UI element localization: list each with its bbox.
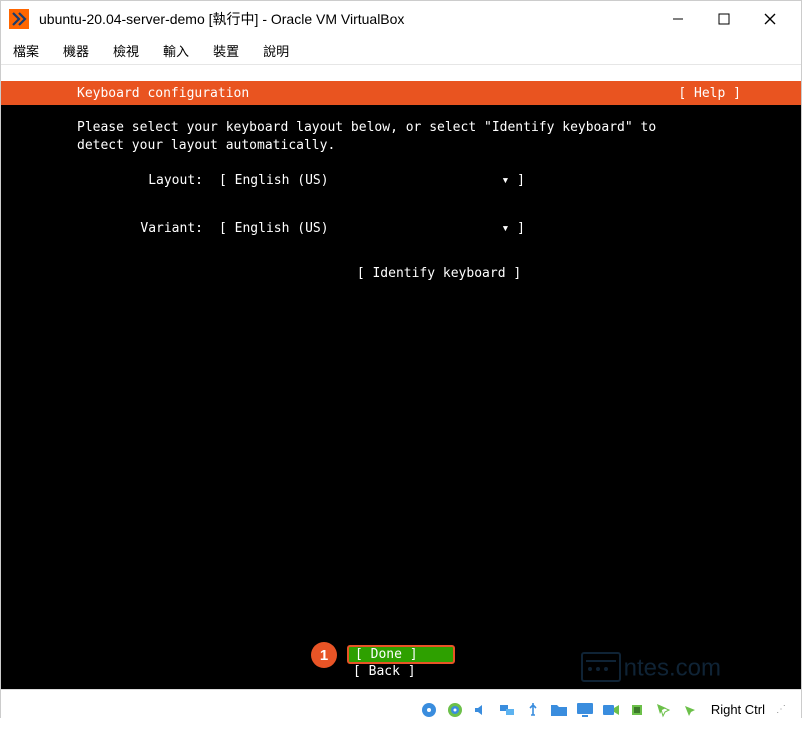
annotation-callout-1: 1 <box>311 642 337 668</box>
network-icon[interactable] <box>497 700 517 720</box>
shared-folder-icon[interactable] <box>549 700 569 720</box>
usb-icon[interactable] <box>523 700 543 720</box>
statusbar: Right Ctrl ⋰ <box>1 689 801 729</box>
cpu-icon[interactable] <box>627 700 647 720</box>
layout-label: Layout: <box>77 173 219 188</box>
hard-disk-icon[interactable] <box>419 700 439 720</box>
variant-row: Variant: [ English (US) ▾ ] <box>77 218 801 238</box>
mouse-integration-icon[interactable] <box>653 700 673 720</box>
menu-input[interactable]: 輸入 <box>163 41 189 60</box>
recording-icon[interactable] <box>601 700 621 720</box>
layout-dropdown[interactable]: [ English (US) ▾ ] <box>219 173 547 188</box>
menu-machine[interactable]: 機器 <box>63 41 89 60</box>
keyboard-captured-icon[interactable] <box>679 700 699 720</box>
vm-screen: Keyboard configuration [ Help ] Please s… <box>1 81 801 689</box>
chevron-down-icon: ▾ ] <box>502 221 525 236</box>
minimize-button[interactable] <box>655 3 701 35</box>
window-titlebar: ubuntu-20.04-server-demo [執行中] - Oracle … <box>1 1 801 37</box>
menu-devices[interactable]: 裝置 <box>213 41 239 60</box>
action-buttons: 1 [ Done ] [ Back ] <box>1 645 801 679</box>
installer-header: Keyboard configuration [ Help ] <box>1 81 801 105</box>
menu-help[interactable]: 說明 <box>263 41 289 60</box>
maximize-button[interactable] <box>701 3 747 35</box>
window-title: ubuntu-20.04-server-demo [執行中] - Oracle … <box>39 9 655 29</box>
variant-label: Variant: <box>77 221 219 236</box>
optical-disk-icon[interactable] <box>445 700 465 720</box>
identify-keyboard-button[interactable]: [ Identify keyboard ] <box>77 266 801 281</box>
audio-icon[interactable] <box>471 700 491 720</box>
menu-view[interactable]: 檢視 <box>113 41 139 60</box>
menu-file[interactable]: 檔案 <box>13 41 39 60</box>
back-button[interactable]: [ Back ] <box>347 664 455 679</box>
help-link[interactable]: [ Help ] <box>678 86 741 101</box>
variant-dropdown[interactable]: [ English (US) ▾ ] <box>219 221 547 236</box>
instruction-text: Please select your keyboard layout below… <box>77 119 725 154</box>
display-icon[interactable] <box>575 700 595 720</box>
keyboard-form: Layout: [ English (US) ▾ ] Variant: [ En… <box>1 170 801 281</box>
resize-grip-icon: ⋰ <box>771 700 791 720</box>
installer-title: Keyboard configuration <box>77 86 249 101</box>
variant-value: [ English (US) <box>219 221 329 236</box>
virtualbox-icon <box>9 9 29 29</box>
layout-row: Layout: [ English (US) ▾ ] <box>77 170 801 190</box>
window-controls <box>655 3 793 35</box>
close-button[interactable] <box>747 3 793 35</box>
hostkey-label: Right Ctrl <box>711 702 765 717</box>
done-button[interactable]: [ Done ] <box>347 645 455 664</box>
menubar: 檔案 機器 檢視 輸入 裝置 說明 <box>1 37 801 65</box>
layout-value: [ English (US) <box>219 173 329 188</box>
chevron-down-icon: ▾ ] <box>502 173 525 188</box>
